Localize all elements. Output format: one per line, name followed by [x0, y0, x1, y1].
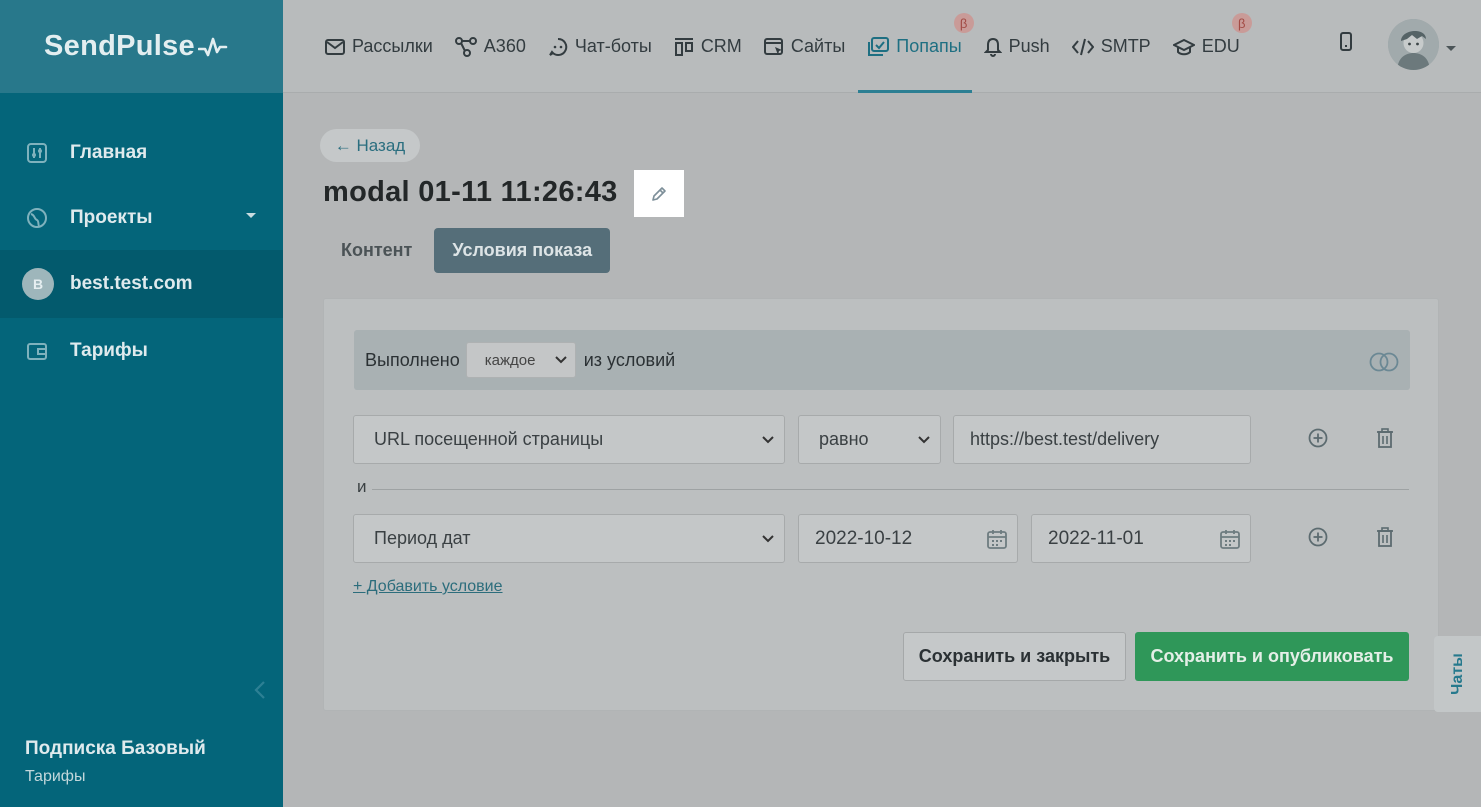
chevron-down-icon — [918, 435, 930, 443]
collapse-sidebar-icon[interactable] — [254, 680, 266, 706]
nav-label: Попапы — [896, 36, 962, 56]
nav-edu[interactable]: EDU β — [1172, 0, 1252, 93]
nav-crm[interactable]: CRM — [674, 0, 742, 93]
pencil-icon — [652, 186, 666, 201]
sendpulse-logo[interactable]: SendPulse — [44, 30, 228, 63]
condition-field-value: URL посещенной страницы — [374, 429, 604, 449]
condition-url-value: https://best.test/delivery — [970, 429, 1160, 449]
nav-smtp[interactable]: SMTP — [1071, 0, 1151, 93]
graduation-cap-icon — [1172, 37, 1195, 57]
plan-tariffs-link[interactable]: Тарифы — [25, 768, 206, 786]
date-from-input[interactable]: 2022-10-12 — [798, 514, 1018, 563]
chevron-down-icon[interactable] — [246, 213, 256, 218]
top-navigation-bar: Рассылки A360 Чат-боты CRM Сайты Попапы … — [283, 0, 1481, 93]
popups-icon — [867, 36, 890, 57]
delete-condition-icon[interactable] — [1374, 526, 1396, 548]
add-condition-icon[interactable] — [1307, 526, 1329, 548]
user-avatar[interactable] — [1388, 19, 1439, 70]
condition-operator-value: равно — [819, 429, 869, 449]
subscription-info: Подписка Базовый Тарифы — [25, 738, 206, 786]
condition-url-input[interactable]: https://best.test/delivery — [953, 415, 1251, 464]
sidebar: SendPulse Главная Проекты B best.test.co… — [0, 0, 283, 807]
back-button[interactable]: ← Назад — [320, 129, 420, 162]
condition-field-select[interactable]: URL посещенной страницы — [353, 415, 785, 464]
sidebar-item-projects[interactable]: Проекты — [0, 185, 283, 250]
conditions-header-prefix: Выполнено — [365, 349, 460, 370]
nav-label: SMTP — [1100, 36, 1151, 56]
nav-chatbots[interactable]: Чат-боты — [548, 0, 652, 93]
nav-mailings[interactable]: Рассылки — [325, 0, 433, 93]
wallet-icon — [25, 339, 49, 363]
sidebar-item-tariffs[interactable]: Тарифы — [0, 318, 283, 383]
conditions-header-suffix: из условий — [583, 349, 676, 370]
nav-popups[interactable]: Попапы β — [858, 0, 974, 93]
chats-widget-tab[interactable]: Чаты — [1434, 636, 1481, 712]
condition-field-value: Период дат — [374, 528, 471, 548]
chevron-down-icon — [555, 356, 567, 364]
nav-label: A360 — [483, 36, 526, 56]
chatbot-icon — [548, 37, 568, 57]
page-title: modal 01-11 11:26:43 — [323, 176, 618, 208]
sidebar-item-label: Проекты — [70, 206, 153, 228]
crm-icon — [674, 37, 694, 57]
sidebar-item-home[interactable]: Главная — [0, 120, 283, 185]
condition-field-select[interactable]: Период дат — [353, 514, 785, 563]
sites-icon — [763, 37, 784, 57]
nav-label: CRM — [700, 36, 742, 56]
automation-icon — [454, 36, 477, 57]
condition-operator-select[interactable]: равно — [798, 415, 941, 464]
logo-text: SendPulse — [44, 30, 195, 62]
product-nav: Рассылки A360 Чат-боты CRM Сайты Попапы … — [325, 0, 1262, 93]
page-tabs: Контент Условия показа — [323, 228, 611, 273]
code-icon — [1071, 38, 1094, 56]
calendar-icon[interactable] — [1220, 529, 1240, 549]
nav-a360[interactable]: A360 — [454, 0, 526, 93]
match-mode-select[interactable]: каждое — [465, 342, 576, 378]
sidebar-item-label: Тарифы — [70, 339, 148, 361]
chevron-down-icon — [762, 435, 774, 443]
date-from-value: 2022-10-12 — [815, 527, 913, 549]
match-mode-value: каждое — [484, 351, 536, 369]
date-to-input[interactable]: 2022-11-01 — [1031, 514, 1251, 563]
envelope-icon — [325, 38, 345, 56]
nav-label: EDU — [1201, 36, 1240, 56]
sidebar-item-project-best-test[interactable]: B best.test.com — [0, 250, 283, 318]
tab-content[interactable]: Контент — [323, 228, 430, 273]
nav-label: Сайты — [790, 36, 846, 56]
chevron-down-icon — [762, 534, 774, 542]
nav-label: Чат-боты — [574, 36, 652, 56]
home-sliders-icon — [25, 141, 49, 165]
add-condition-icon[interactable] — [1307, 427, 1329, 449]
date-to-value: 2022-11-01 — [1048, 527, 1144, 549]
calendar-icon[interactable] — [987, 529, 1007, 549]
chats-label: Чаты — [1448, 653, 1466, 695]
nav-push[interactable]: Push — [983, 0, 1050, 93]
bell-icon — [983, 37, 1002, 57]
beta-badge: β — [1231, 13, 1252, 33]
globe-icon — [25, 206, 49, 230]
condition-joiner-label: и — [357, 477, 367, 496]
nav-label: Рассылки — [352, 36, 433, 56]
save-and-close-button[interactable]: Сохранить и закрыть — [903, 632, 1126, 681]
conditions-header: Выполнено каждое из условий — [354, 330, 1410, 390]
logo-area: SendPulse — [0, 0, 283, 93]
beta-badge: β — [953, 13, 974, 33]
plan-title: Подписка Базовый — [25, 738, 206, 759]
project-avatar: B — [22, 268, 54, 300]
add-condition-link[interactable]: + Добавить условие — [353, 578, 503, 596]
sidebar-item-label: Главная — [70, 141, 148, 163]
tab-display-conditions[interactable]: Условия показа — [434, 228, 611, 273]
nav-sites[interactable]: Сайты — [763, 0, 846, 93]
sidebar-item-label: best.test.com — [70, 273, 193, 294]
chevron-down-icon[interactable] — [1446, 46, 1456, 51]
save-and-publish-button[interactable]: Сохранить и опубликовать — [1135, 632, 1409, 681]
nav-label: Push — [1008, 36, 1050, 56]
venn-intersection-icon[interactable] — [1368, 352, 1400, 372]
pulse-icon — [197, 37, 228, 56]
delete-condition-icon[interactable] — [1374, 427, 1396, 449]
edit-title-button[interactable] — [634, 170, 684, 217]
sidebar-nav: Главная Проекты B best.test.com Тарифы — [0, 120, 283, 383]
condition-divider — [372, 489, 1409, 490]
mobile-app-icon[interactable] — [1339, 32, 1353, 57]
